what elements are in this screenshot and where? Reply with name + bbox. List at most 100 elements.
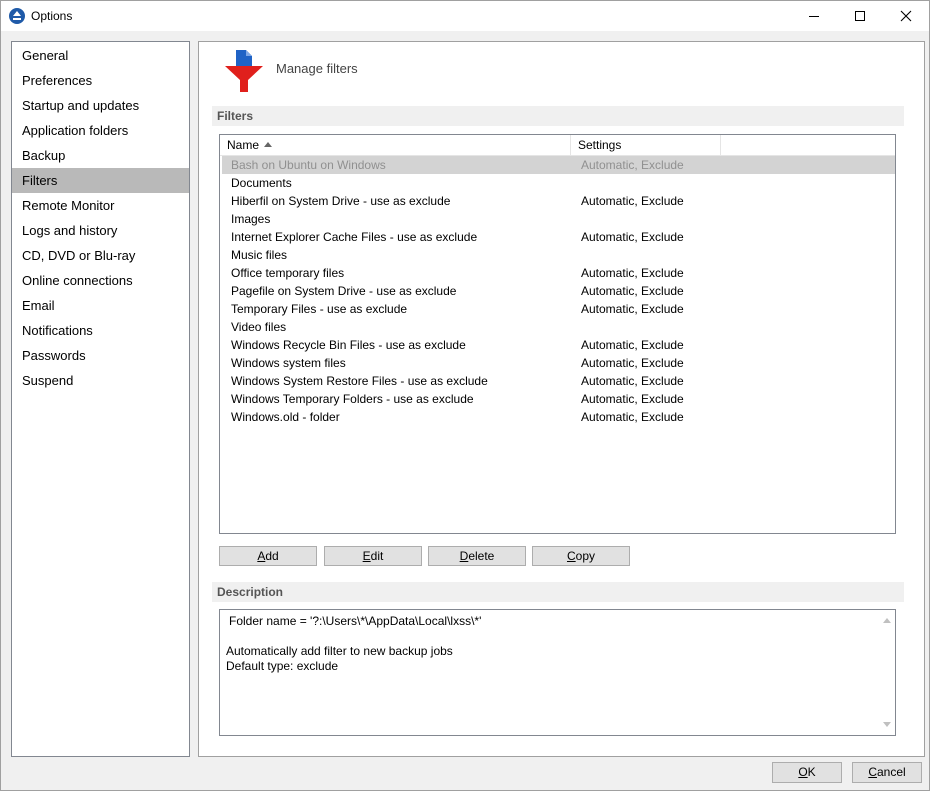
cancel-button[interactable]: Cancel [852, 762, 922, 783]
page-title: Manage filters [276, 61, 358, 76]
sidebar-item-logs-and-history[interactable]: Logs and history [12, 218, 189, 243]
options-window: Options General Preferences Startup and up… [0, 0, 930, 791]
description-section-header: Description [212, 582, 904, 602]
table-row[interactable]: Documents [222, 174, 895, 192]
sidebar-item-startup-and-updates[interactable]: Startup and updates [12, 93, 189, 118]
copy-label: opy [575, 549, 596, 563]
sidebar-item-general[interactable]: General [12, 43, 189, 68]
filter-name-cell: Windows Recycle Bin Files - use as exclu… [231, 338, 466, 352]
filter-name-cell: Windows.old - folder [231, 410, 340, 424]
filters-rows: Bash on Ubuntu on Windows Automatic, Excl… [222, 156, 895, 426]
table-row[interactable]: Windows Temporary Folders - use as exclu… [222, 390, 895, 408]
sidebar-list: General Preferences Startup and updates App… [12, 42, 189, 393]
options-sidebar: General Preferences Startup and updates App… [11, 41, 190, 757]
sidebar-item-preferences[interactable]: Preferences [12, 68, 189, 93]
column-header-settings[interactable]: Settings [571, 135, 721, 156]
filter-name-cell: Documents [231, 176, 292, 190]
delete-label: elete [468, 549, 495, 563]
title-bar: Options [1, 1, 929, 31]
sort-ascending-icon [264, 142, 273, 147]
table-row[interactable]: Windows.old - folder Automatic, Exclude [222, 408, 895, 426]
table-row[interactable]: Internet Explorer Cache Files - use as e… [222, 228, 895, 246]
filter-name-cell: Images [231, 212, 271, 226]
filter-name-cell: Bash on Ubuntu on Windows [231, 158, 386, 172]
edit-label: dit [370, 549, 384, 563]
table-row[interactable]: Bash on Ubuntu on Windows Automatic, Excl… [222, 156, 895, 174]
sidebar-item-cd-dvd-or-blu-ray[interactable]: CD, DVD or Blu-ray [12, 243, 189, 268]
column-header-name[interactable]: Name [220, 135, 571, 156]
delete-hotkey: D [459, 549, 469, 563]
sidebar-item-online-connections[interactable]: Online connections [12, 268, 189, 293]
ok-button[interactable]: OK [772, 762, 842, 783]
add-button[interactable]: Add [219, 546, 317, 566]
close-button[interactable] [883, 1, 929, 31]
filter-settings-cell: Automatic, Exclude [581, 356, 684, 370]
window-title: Options [31, 9, 73, 23]
edit-hotkey: E [362, 549, 371, 563]
copy-button[interactable]: Copy [532, 546, 630, 566]
ok-hotkey: O [798, 765, 808, 779]
filter-name-cell: Windows System Restore Files - use as ex… [231, 374, 488, 388]
table-row[interactable]: Temporary Files - use as exclude Automati… [222, 300, 895, 318]
sidebar-item-passwords[interactable]: Passwords [12, 343, 189, 368]
filter-name-cell: Hiberfil on System Drive - use as exclud… [231, 194, 451, 208]
filter-settings-cell: Automatic, Exclude [581, 158, 684, 172]
close-icon [900, 10, 912, 22]
table-row[interactable]: Windows system files Automatic, Exclude [222, 354, 895, 372]
table-row[interactable]: Windows System Restore Files - use as ex… [222, 372, 895, 390]
filter-settings-cell: Automatic, Exclude [581, 302, 684, 316]
filter-name-cell: Music files [231, 248, 288, 262]
filter-settings-cell: Automatic, Exclude [581, 338, 684, 352]
filters-section-header: Filters [212, 106, 904, 126]
table-row[interactable]: Pagefile on System Drive - use as exclud… [222, 282, 895, 300]
sidebar-item-filters[interactable]: Filters [12, 168, 189, 193]
description-line: Folder name = '?:\Users\*\AppData\Local\… [229, 614, 482, 628]
copy-hotkey: C [566, 549, 576, 563]
maximize-icon [855, 11, 865, 21]
main-panel: Manage filters Filters Name Settings Bas… [198, 41, 925, 757]
filter-settings-cell: Automatic, Exclude [581, 374, 684, 388]
cancel-label: ancel [876, 765, 906, 779]
sidebar-item-remote-monitor[interactable]: Remote Monitor [12, 193, 189, 218]
sidebar-item-application-folders[interactable]: Application folders [12, 118, 189, 143]
edit-button[interactable]: Edit [324, 546, 422, 566]
filter-settings-cell: Automatic, Exclude [581, 392, 684, 406]
sidebar-item-backup[interactable]: Backup [12, 143, 189, 168]
description-textbox[interactable]: Folder name = '?:\Users\*\AppData\Local\… [219, 609, 896, 736]
filter-settings-cell: Automatic, Exclude [581, 194, 684, 208]
description-line [226, 629, 889, 644]
table-row[interactable]: Office temporary files Automatic, Exclude [222, 264, 895, 282]
table-row[interactable]: Video files [222, 318, 895, 336]
minimize-button[interactable] [791, 1, 837, 31]
filter-settings-cell: Automatic, Exclude [581, 230, 684, 244]
filter-name-cell: Pagefile on System Drive - use as exclud… [231, 284, 457, 298]
ok-label: K [807, 765, 816, 779]
sidebar-item-notifications[interactable]: Notifications [12, 318, 189, 343]
delete-button[interactable]: Delete [428, 546, 526, 566]
description-line: Default type: exclude [226, 659, 339, 673]
scroll-up-icon[interactable] [883, 618, 891, 623]
cancel-hotkey: C [868, 765, 877, 779]
filter-settings-cell: Automatic, Exclude [581, 284, 684, 298]
minimize-icon [809, 15, 819, 17]
scroll-down-icon[interactable] [883, 722, 891, 727]
description-line: Automatically add filter to new backup j… [226, 644, 453, 658]
list-header: Name Settings [220, 135, 895, 156]
filter-name-cell: Windows Temporary Folders - use as exclu… [231, 392, 474, 406]
table-row[interactable]: Hiberfil on System Drive - use as exclud… [222, 192, 895, 210]
filter-name-cell: Windows system files [231, 356, 346, 370]
filter-name-cell: Internet Explorer Cache Files - use as e… [231, 230, 478, 244]
filter-settings-cell: Automatic, Exclude [581, 410, 684, 424]
filters-list[interactable]: Name Settings Bash on Ubuntu on Windows A… [219, 134, 896, 534]
table-row[interactable]: Windows Recycle Bin Files - use as exclu… [222, 336, 895, 354]
filter-name-cell: Temporary Files - use as exclude [231, 302, 408, 316]
filter-name-cell: Office temporary files [231, 266, 345, 280]
maximize-button[interactable] [837, 1, 883, 31]
app-logo-icon [9, 8, 25, 24]
table-row[interactable]: Images [222, 210, 895, 228]
sidebar-item-email[interactable]: Email [12, 293, 189, 318]
table-row[interactable]: Music files [222, 246, 895, 264]
filter-funnel-icon [225, 50, 263, 92]
sidebar-item-suspend[interactable]: Suspend [12, 368, 189, 393]
filter-name-cell: Video files [231, 320, 287, 334]
